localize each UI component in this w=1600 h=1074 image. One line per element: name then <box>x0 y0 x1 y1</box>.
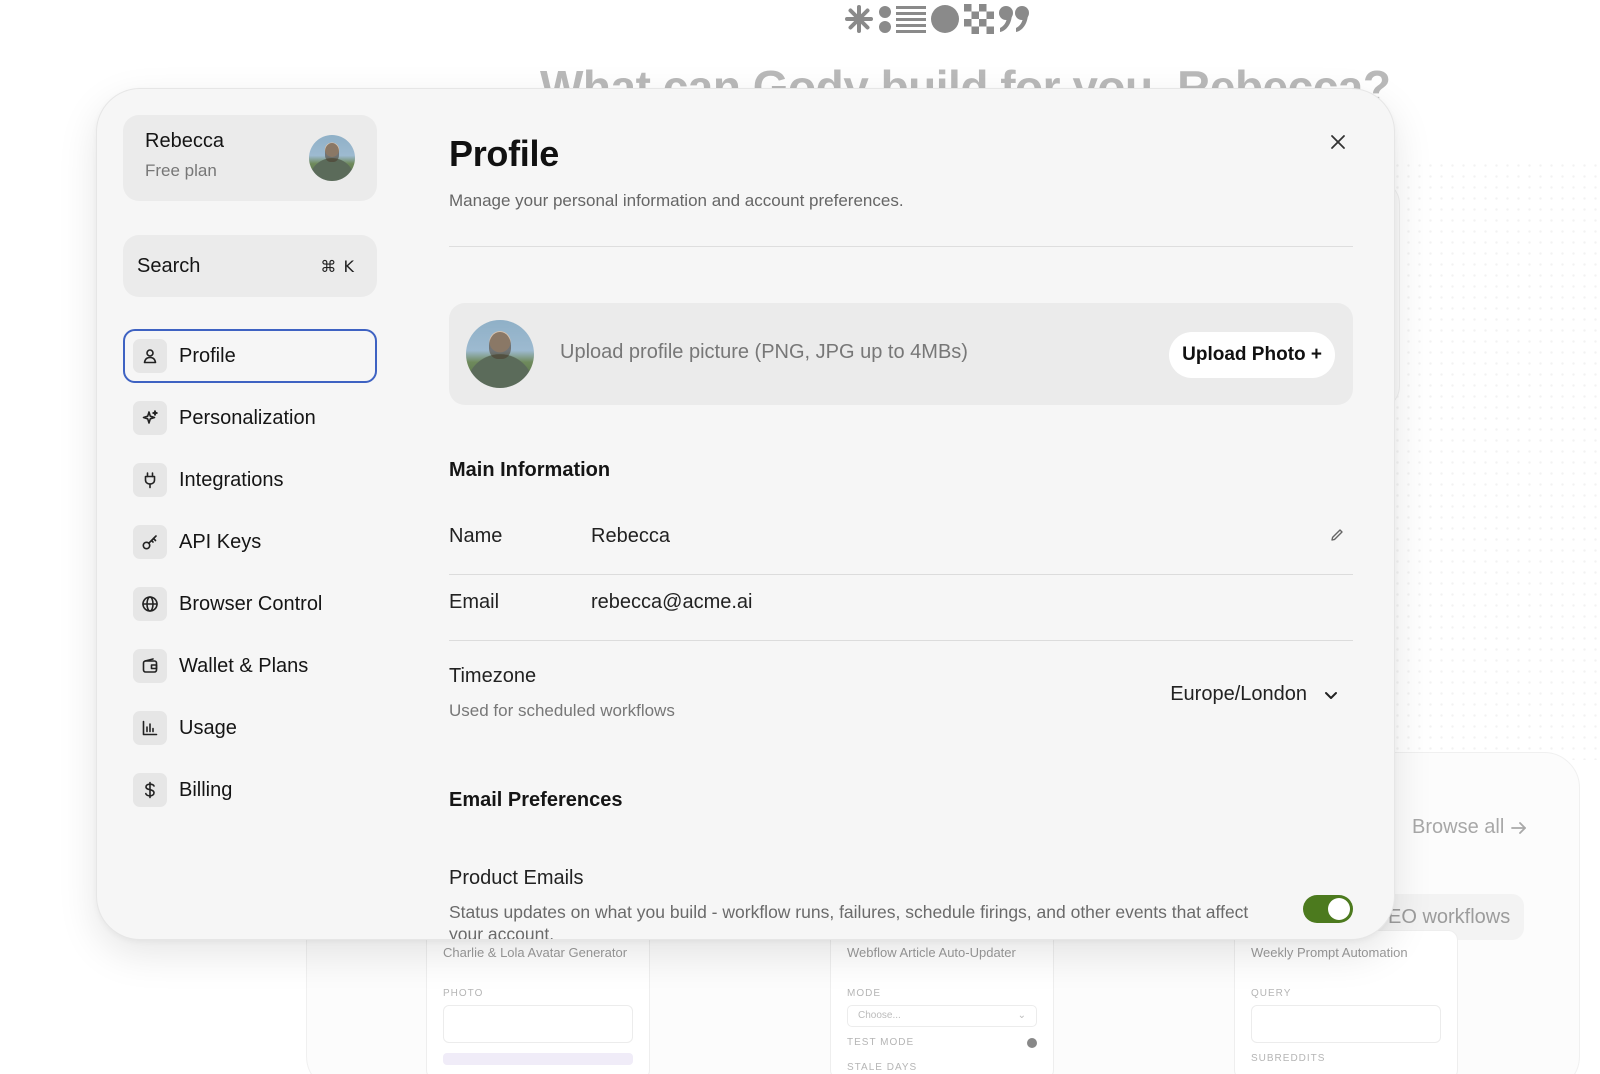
name-label: Name <box>449 525 503 547</box>
sidebar-item-label: Wallet & Plans <box>179 654 309 677</box>
globe-icon <box>133 587 167 621</box>
card-field-label: PHOTO <box>443 988 484 999</box>
product-emails-toggle[interactable] <box>1303 895 1353 923</box>
product-emails-description: Status updates on what you build - workf… <box>449 902 1249 940</box>
pencil-icon <box>1331 529 1343 541</box>
sidebar-item-label: Browser Control <box>179 592 323 615</box>
sidebar-item-label: API Keys <box>179 530 262 553</box>
plug-icon <box>133 463 167 497</box>
bar-chart-icon <box>133 711 167 745</box>
browse-all-label: Browse all <box>1412 816 1505 838</box>
main-information-heading: Main Information <box>449 459 611 481</box>
wallet-icon <box>133 649 167 683</box>
upload-hint: Upload profile picture (PNG, JPG up to 4… <box>560 341 968 363</box>
sidebar-item-billing[interactable]: Billing <box>123 763 377 817</box>
settings-nav: Profile Personalization Integrations API… <box>123 329 377 825</box>
circle-icon <box>931 5 959 33</box>
workflow-card[interactable]: Webflow Article Auto-Updater MODE Choose… <box>830 930 1054 1074</box>
chevron-down-icon: ⌄ <box>1017 1010 1026 1021</box>
card-select-placeholder: Choose... <box>858 1010 901 1021</box>
product-emails-label: Product Emails <box>449 867 584 889</box>
name-row: Name Rebecca <box>449 509 1353 575</box>
chevron-down-icon <box>1325 691 1337 699</box>
profile-avatar <box>466 320 534 388</box>
page-subtitle: Manage your personal information and acc… <box>449 191 904 210</box>
quote-icon <box>999 6 1029 32</box>
browse-all-link[interactable]: Browse all <box>1412 816 1528 839</box>
sidebar-item-usage[interactable]: Usage <box>123 701 377 755</box>
user-icon <box>133 339 167 373</box>
card-field-label: MODE <box>847 988 881 999</box>
sidebar-item-profile[interactable]: Profile <box>123 329 377 383</box>
page-title: Profile <box>449 133 559 174</box>
card-select: Choose... ⌄ <box>847 1005 1037 1027</box>
upload-photo-section: Upload profile picture (PNG, JPG up to 4… <box>449 303 1353 405</box>
email-row: Email rebecca@acme.ai <box>449 575 1353 641</box>
sidebar-item-integrations[interactable]: Integrations <box>123 453 377 507</box>
card-field-label: QUERY <box>1251 988 1292 999</box>
dots-icon <box>879 6 891 33</box>
card-toggle <box>1027 1037 1037 1048</box>
name-field[interactable]: Rebecca <box>591 525 670 548</box>
asterisk-icon <box>845 5 873 33</box>
card-toggle-row: TEST MODE <box>847 1037 1037 1048</box>
key-icon <box>133 525 167 559</box>
sidebar-item-label: Billing <box>179 778 233 801</box>
sidebar-item-personalization[interactable]: Personalization <box>123 391 377 445</box>
close-icon <box>1331 135 1345 149</box>
divider <box>449 246 1353 247</box>
brand-logo <box>844 4 1030 34</box>
dollar-icon <box>133 773 167 807</box>
upload-photo-button[interactable]: Upload Photo + <box>1169 332 1335 378</box>
sparkles-icon <box>133 401 167 435</box>
search-label: Search <box>137 254 201 277</box>
profile-panel: Profile Manage your personal information… <box>449 89 1353 940</box>
sidebar-item-label: Integrations <box>179 468 284 491</box>
card-title: Webflow Article Auto-Updater <box>847 945 1016 960</box>
email-value: rebecca@acme.ai <box>591 591 753 613</box>
close-button[interactable] <box>1323 127 1353 157</box>
sidebar-item-wallet-plans[interactable]: Wallet & Plans <box>123 639 377 693</box>
sidebar-item-browser-control[interactable]: Browser Control <box>123 577 377 631</box>
workflow-card[interactable]: Charlie & Lola Avatar Generator PHOTO <box>426 930 650 1074</box>
card-field-label: STALE DAYS <box>847 1062 918 1073</box>
settings-modal: Rebecca Free plan Search ⌘ K Profile Per… <box>96 88 1395 940</box>
checker-icon <box>964 4 994 34</box>
card-field <box>443 1005 633 1043</box>
toggle-knob <box>1328 898 1350 920</box>
user-card[interactable]: Rebecca Free plan <box>123 115 377 201</box>
workflow-card[interactable]: Weekly Prompt Automation QUERY SUBREDDIT… <box>1234 930 1458 1074</box>
timezone-description: Used for scheduled workflows <box>449 701 675 720</box>
timezone-label: Timezone <box>449 665 537 687</box>
search-shortcut: ⌘ K <box>320 256 355 276</box>
timezone-select[interactable]: Europe/London <box>1170 683 1339 706</box>
lines-icon <box>896 6 926 33</box>
email-label: Email <box>449 591 500 613</box>
sidebar-item-label: Usage <box>179 716 237 739</box>
sidebar-item-label: Personalization <box>179 406 316 429</box>
timezone-value: Europe/London <box>1170 683 1307 705</box>
sidebar-item-api-keys[interactable]: API Keys <box>123 515 377 569</box>
card-field-label: SUBREDDITS <box>1251 1053 1326 1064</box>
card-title: Weekly Prompt Automation <box>1251 945 1408 960</box>
avatar <box>309 135 355 181</box>
sidebar-item-label: Profile <box>179 344 236 367</box>
search-input[interactable]: Search ⌘ K <box>123 235 377 297</box>
card-button <box>443 1053 633 1065</box>
edit-name-button[interactable] <box>1329 527 1347 545</box>
background-dot-pattern <box>1370 160 1600 760</box>
arrow-right-icon <box>1511 821 1527 834</box>
email-preferences-heading: Email Preferences <box>449 789 623 811</box>
card-toggle-label: TEST MODE <box>847 1037 915 1048</box>
card-title: Charlie & Lola Avatar Generator <box>443 945 628 960</box>
card-field <box>1251 1005 1441 1043</box>
